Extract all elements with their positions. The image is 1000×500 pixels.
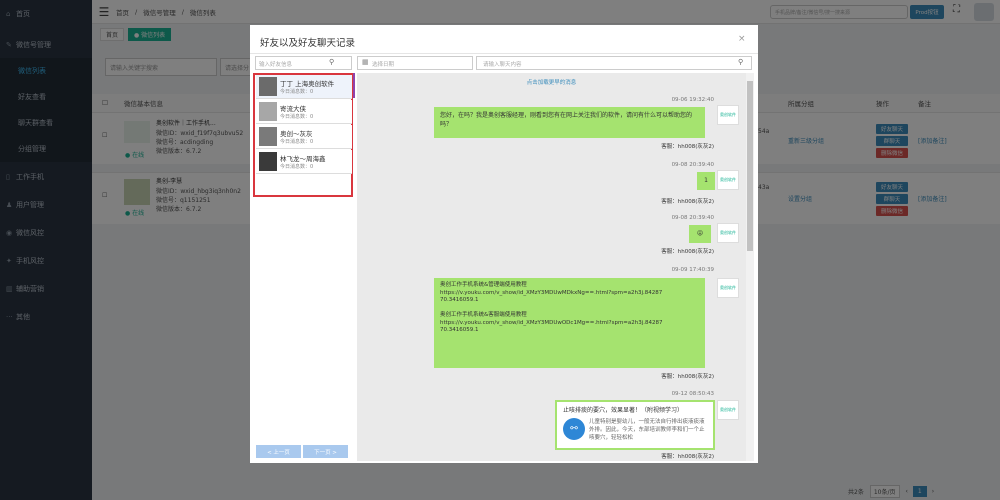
friend-search-input[interactable]: 输入好友信息 xyxy=(255,56,352,70)
search-icon[interactable]: ⚲ xyxy=(738,58,743,66)
message-bubble: 您好，在吗？我是奥创客服经理，刚看到您有在网上关注我们的软件，请问有什么可以帮助… xyxy=(434,107,705,138)
list-item[interactable]: 丁丁 上海奥创软件 今日消息数：0 xyxy=(256,75,352,99)
friend-list: 丁丁 上海奥创软件 今日消息数：0 寄流大侠 今日消息数：0 奥创～灰灰 今日消… xyxy=(253,73,353,197)
link-icon: ⚯ xyxy=(563,418,585,440)
close-icon[interactable]: × xyxy=(738,34,746,44)
divider xyxy=(250,53,758,54)
message-time: 09-08 20:39:40 xyxy=(671,162,714,168)
chat-scrollbar-thumb[interactable] xyxy=(747,81,753,251)
next-page-button[interactable]: 下一页 > xyxy=(303,445,348,458)
chat-keyword-input[interactable]: 请输入聊天内容 xyxy=(476,56,752,70)
article-card[interactable]: 止咳排痰的要穴，效果显著！（附视频学习） ⚯ 儿童特别是婴幼儿，一般无法自行排出… xyxy=(555,400,715,450)
message-sender: 客服：hh008(灰灰2) xyxy=(661,144,714,150)
avatar xyxy=(259,77,277,96)
message-bubble: 1 xyxy=(697,172,715,190)
friend-name: 丁丁 上海奥创软件 xyxy=(280,80,335,88)
date-picker-input[interactable]: 选择日期 xyxy=(357,56,473,70)
message-bubble: 奥创工作手机系统&管理端使用教程 https://v.youku.com/v_s… xyxy=(434,278,705,368)
message-sender: 客服：hh008(灰灰2) xyxy=(661,249,714,255)
friend-msg-count: 今日消息数：0 xyxy=(280,89,314,95)
list-scrollbar[interactable] xyxy=(353,73,355,98)
logo: 奥创软件 xyxy=(717,105,739,125)
list-item[interactable]: 奥创～灰灰 今日消息数：0 xyxy=(256,125,352,149)
article-desc: 儿童特别是婴幼儿，一般无法自行排出痰液痰液外排。因此，今天，东部培训教师李和们一… xyxy=(589,419,705,441)
friend-name: 寄流大侠 xyxy=(280,105,306,113)
message-bubble: 😝 xyxy=(689,225,711,243)
friend-name: 林飞龙～周海鑫 xyxy=(280,155,326,163)
friend-name: 奥创～灰灰 xyxy=(280,130,313,138)
friend-msg-count: 今日消息数：0 xyxy=(280,164,314,170)
friend-msg-count: 今日消息数：0 xyxy=(280,114,314,120)
chat-history-modal: 好友以及好友聊天记录 × 输入好友信息 ⚲ 丁丁 上海奥创软件 今日消息数：0 … xyxy=(250,25,758,463)
list-item[interactable]: 寄流大侠 今日消息数：0 xyxy=(256,100,352,124)
message-sender: 客服：hh008(灰灰2) xyxy=(661,374,714,380)
load-more-link[interactable]: 点击加载更早的消息 xyxy=(357,78,746,86)
chat-panel: 点击加载更早的消息 09-06 19:32:40 您好，在吗？我是奥创客服经理，… xyxy=(357,73,754,461)
message-sender: 客服：hh008(灰灰2) xyxy=(661,454,714,460)
avatar xyxy=(259,152,277,171)
logo: 奥创软件 xyxy=(717,400,739,420)
avatar xyxy=(259,102,277,121)
message-time: 09-12 08:50:43 xyxy=(671,391,714,397)
friend-msg-count: 今日消息数：0 xyxy=(280,139,314,145)
article-title: 止咳排痰的要穴，效果显著！（附视频学习） xyxy=(563,407,684,414)
list-item[interactable]: 林飞龙～周海鑫 今日消息数：0 xyxy=(256,150,352,174)
message-time: 09-08 20:39:40 xyxy=(671,215,714,221)
message-time: 09-06 19:32:40 xyxy=(671,97,714,103)
search-icon[interactable]: ⚲ xyxy=(329,58,334,66)
friend-pager: < 上一页 下一页 > xyxy=(256,445,350,458)
calendar-icon: ▦ xyxy=(362,58,369,66)
prev-page-button[interactable]: < 上一页 xyxy=(256,445,301,458)
message-sender: 客服：hh008(灰灰2) xyxy=(661,199,714,205)
logo: 奥创软件 xyxy=(717,223,739,243)
logo: 奥创软件 xyxy=(717,278,739,298)
message-time: 09-09 17:40:39 xyxy=(671,267,714,273)
logo: 奥创软件 xyxy=(717,170,739,190)
modal-title: 好友以及好友聊天记录 xyxy=(260,38,356,49)
avatar xyxy=(259,127,277,146)
